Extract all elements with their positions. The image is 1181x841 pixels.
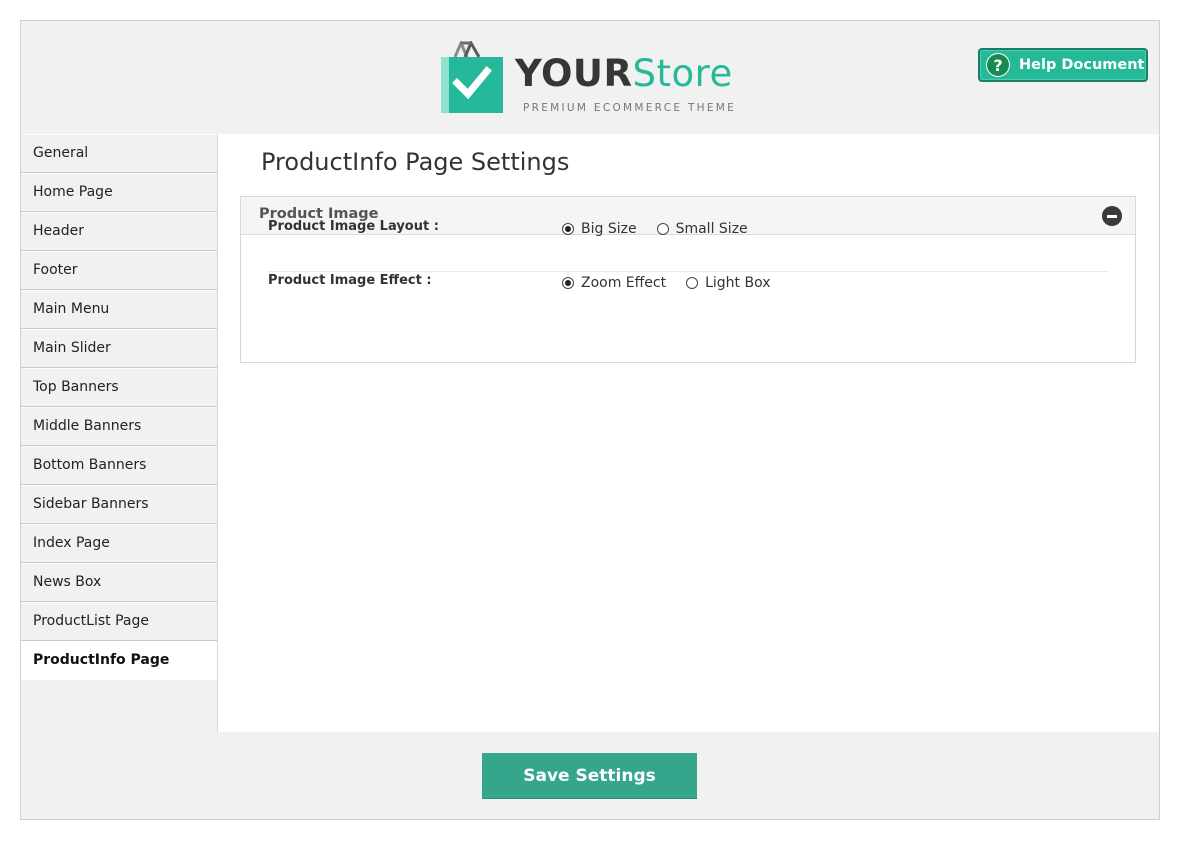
- radio-option-big-size[interactable]: Big Size: [562, 221, 637, 237]
- radio-option-zoom-effect[interactable]: Zoom Effect: [562, 275, 666, 291]
- sidebar-item-bottom-banners[interactable]: Bottom Banners: [21, 446, 217, 485]
- shopping-bag-check-icon: [441, 41, 503, 113]
- sidebar-item-main-menu[interactable]: Main Menu: [21, 290, 217, 329]
- header: YOURStore PREMIUM ECOMMERCE THEME ? Help…: [21, 21, 1159, 134]
- sidebar-item-productlist-page[interactable]: ProductList Page: [21, 602, 217, 641]
- brand-name: YOURStore: [515, 55, 733, 92]
- page-title: ProductInfo Page Settings: [261, 148, 570, 176]
- brand-name-part1: YOUR: [515, 52, 633, 95]
- brand-tagline: PREMIUM ECOMMERCE THEME: [523, 102, 737, 114]
- radio-label: Zoom Effect: [581, 275, 667, 291]
- sidebar-item-header[interactable]: Header: [21, 212, 217, 251]
- sidebar-item-news-box[interactable]: News Box: [21, 563, 217, 602]
- sidebar-item-top-banners[interactable]: Top Banners: [21, 368, 217, 407]
- store-logo: YOURStore PREMIUM ECOMMERCE THEME: [439, 41, 739, 117]
- radio-group-image-effect: Zoom Effect Light Box: [562, 275, 791, 291]
- radio-button[interactable]: [686, 277, 699, 289]
- sidebar-item-middle-banners[interactable]: Middle Banners: [21, 407, 217, 446]
- footer-bar: Save Settings: [21, 732, 1159, 819]
- setting-label: Product Image Effect :: [268, 273, 432, 288]
- radio-button-checked[interactable]: [562, 277, 574, 289]
- radio-label: Light Box: [705, 275, 771, 291]
- help-document-label: Help Document: [1019, 57, 1145, 73]
- radio-label: Small Size: [675, 221, 748, 237]
- setting-label: Product Image Layout :: [268, 219, 439, 234]
- brand-name-part2: Store: [632, 52, 733, 95]
- sidebar-item-general[interactable]: General: [21, 134, 217, 173]
- settings-frame: YOURStore PREMIUM ECOMMERCE THEME ? Help…: [20, 20, 1160, 820]
- main-content: ProductInfo Page Settings Product Image …: [217, 134, 1159, 732]
- radio-group-image-layout: Big Size Small Size: [562, 221, 768, 237]
- setting-row-image-layout: Product Image Layout : Big Size Small Si…: [268, 217, 1108, 272]
- setting-row-image-effect: Product Image Effect : Zoom Effect Light…: [268, 271, 1108, 325]
- question-icon: ?: [986, 53, 1010, 77]
- product-image-panel: Product Image Product Image Layout : Big…: [240, 196, 1136, 363]
- sidebar-item-footer[interactable]: Footer: [21, 251, 217, 290]
- radio-button[interactable]: [656, 223, 669, 235]
- radio-option-small-size[interactable]: Small Size: [656, 221, 748, 237]
- save-settings-button[interactable]: Save Settings: [482, 753, 697, 798]
- sidebar-item-index-page[interactable]: Index Page: [21, 524, 217, 563]
- sidebar-item-home-page[interactable]: Home Page: [21, 173, 217, 212]
- sidebar-item-productinfo-page[interactable]: ProductInfo Page: [21, 641, 217, 680]
- radio-label: Big Size: [581, 221, 637, 237]
- help-document-button[interactable]: ? Help Document: [978, 48, 1148, 82]
- radio-option-light-box[interactable]: Light Box: [686, 275, 771, 291]
- sidebar-item-sidebar-banners[interactable]: Sidebar Banners: [21, 485, 217, 524]
- radio-button-checked[interactable]: [562, 223, 574, 235]
- settings-sidebar: General Home Page Header Footer Main Men…: [21, 134, 217, 680]
- sidebar-item-main-slider[interactable]: Main Slider: [21, 329, 217, 368]
